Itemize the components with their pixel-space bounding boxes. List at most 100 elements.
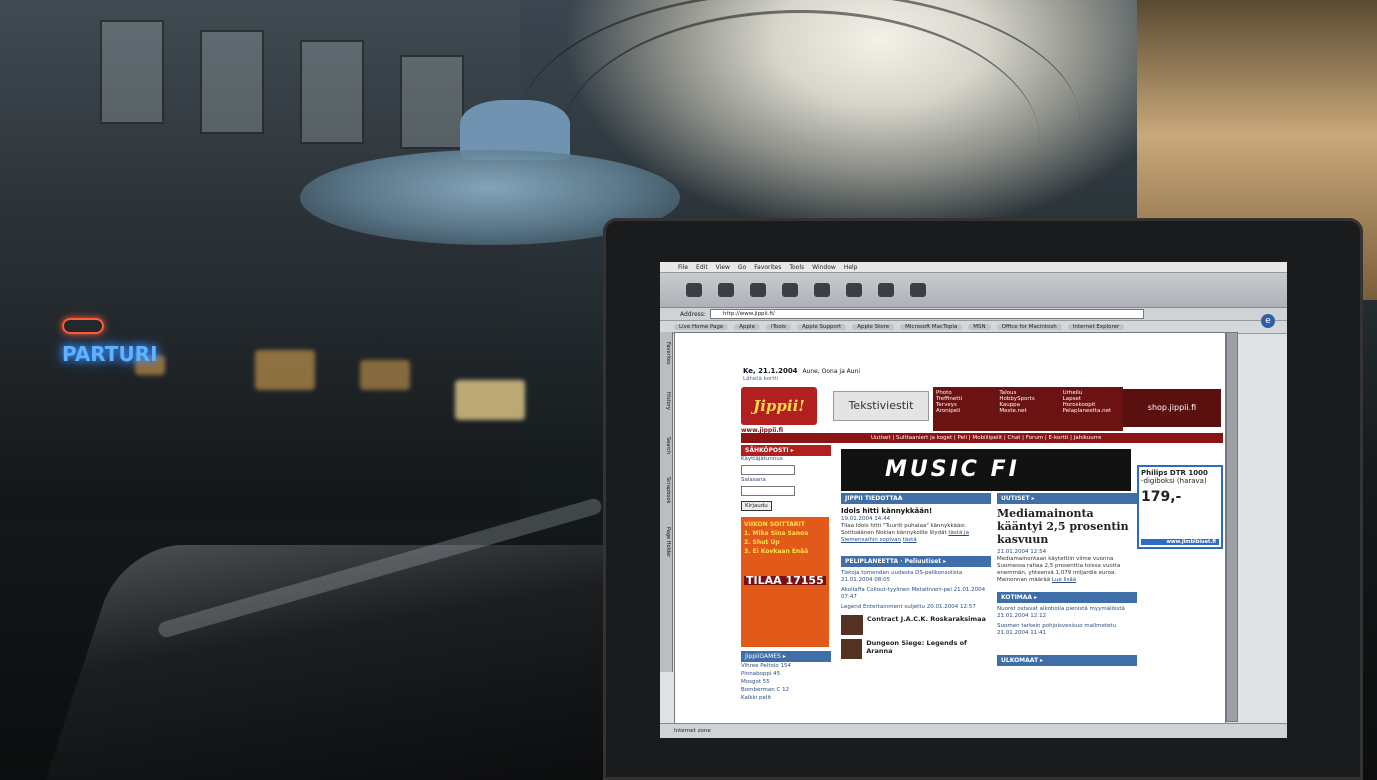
- login-button[interactable]: Kirjaudu: [741, 501, 772, 511]
- philips-price: 179,-: [1141, 489, 1182, 505]
- autofill-icon[interactable]: [846, 283, 862, 297]
- peli-item[interactable]: Legend Entertainment suljettu 20.01.2004…: [841, 604, 991, 611]
- back-icon[interactable]: [686, 283, 702, 297]
- philips-link[interactable]: www.jimbibluet.fi: [1141, 539, 1219, 545]
- ringtone-ad[interactable]: VIIKON SOITTARIT 1. Mika Sina Sanoa 2. S…: [741, 517, 829, 647]
- ad-line: 3. Ei Kovkaan Enää: [744, 548, 809, 555]
- news-date: 21.01.2004 12:54: [997, 549, 1047, 555]
- neon-red-sign: [62, 318, 104, 334]
- philips-ad[interactable]: Philips DTR 1000 -digiboksi (harava) 179…: [1137, 465, 1223, 549]
- favorite-link[interactable]: Apple: [734, 324, 760, 330]
- status-bar: Internet zone: [660, 723, 1287, 738]
- game-title: Contract J.A.C.K. Roskaraksimaa: [867, 615, 986, 623]
- tab-search[interactable]: Search: [661, 437, 671, 454]
- top-menu-item[interactable]: Pelaplaneetta.net: [1063, 408, 1120, 414]
- menu-item[interactable]: Window: [812, 264, 836, 271]
- philips-subtitle: -digiboksi (harava): [1141, 477, 1207, 485]
- favorite-link[interactable]: Live Home Page: [674, 324, 729, 330]
- forward-icon[interactable]: [718, 283, 734, 297]
- games-header[interactable]: JippiiGAMES ▸: [741, 651, 831, 662]
- top-menu: Photo Treffinetti Terveys Aronipeli Talo…: [933, 387, 1123, 431]
- news-header[interactable]: UUTISET ▸: [997, 493, 1137, 504]
- web-page: Ke, 21.1.2004 Aune, Oona ja Auni Lähetä …: [674, 332, 1226, 724]
- window: [100, 20, 164, 124]
- game-thumbnail: [841, 639, 863, 659]
- game-link[interactable]: Vihree Peltolo 154: [741, 662, 831, 670]
- window: [300, 40, 364, 144]
- ie-logo-icon: e: [1261, 314, 1275, 328]
- news-headline[interactable]: Mediamainonta kääntyi 2,5 prosentin kasv…: [997, 507, 1137, 546]
- game-feature[interactable]: Dungeon Siege: Legends of Aranna: [841, 639, 991, 659]
- explorer-side-tabs: Favorites History Search Scrapbook Page …: [660, 332, 673, 672]
- ad-line: 2. Shut Up: [744, 539, 780, 546]
- address-label: Address:: [680, 310, 706, 318]
- favorite-link[interactable]: Microsoft MacTopia: [900, 324, 963, 330]
- password-label: Salasana: [741, 477, 766, 483]
- send-card-link[interactable]: Lähetä kortti: [743, 376, 778, 382]
- ulkomaat-header[interactable]: ULKOMAAT ▸: [997, 655, 1137, 666]
- game-link[interactable]: Mosgot 55: [741, 678, 831, 686]
- news-text: Mediamainontaan käytettiin viime vuonna …: [997, 556, 1121, 583]
- email-login-header: SÄHKÖPOSTI ▸: [741, 445, 831, 456]
- game-link[interactable]: Bomberman C 12: [741, 686, 831, 694]
- mail-icon[interactable]: [910, 283, 926, 297]
- menu-item[interactable]: Go: [738, 264, 746, 271]
- peli-item[interactable]: Akollaffa Collout-tyylinen Metaltivert-p…: [841, 587, 991, 601]
- idols-title[interactable]: Idols hitti kännykkään!: [841, 507, 991, 515]
- game-thumbnail: [841, 615, 863, 635]
- peliplaneetta-header[interactable]: PELIPLANEETTA · Peliuutiset ▸: [841, 556, 991, 567]
- tab-page-holder[interactable]: Page Holder: [661, 527, 671, 557]
- window: [400, 55, 464, 149]
- jippii-logo[interactable]: Jippii!: [741, 387, 817, 425]
- shop-light: [255, 350, 315, 390]
- center-column: JIPPII TIEDOTTAA Idols hitti kännykkään!…: [841, 493, 991, 659]
- menu-item[interactable]: Edit: [696, 264, 708, 271]
- peli-item[interactable]: Tietoja tomenden uudesta DS-pelikonsolis…: [841, 570, 991, 584]
- menu-item[interactable]: Favorites: [754, 264, 781, 271]
- stop-icon[interactable]: [750, 283, 766, 297]
- news-column: UUTISET ▸ Mediamainonta kääntyi 2,5 pros…: [997, 493, 1137, 666]
- idols-date: 19.01.2004 14:44: [841, 516, 891, 522]
- window: [200, 30, 264, 134]
- tab-favorites[interactable]: Favorites: [661, 342, 671, 365]
- favorite-link[interactable]: Apple Store: [852, 324, 895, 330]
- tab-scrapbook[interactable]: Scrapbook: [661, 477, 671, 503]
- kotimaa-item[interactable]: Nuoret ostavat alkoholia pienistä myymäl…: [997, 606, 1137, 620]
- main-nav[interactable]: Uutiset | Sulttaaniert ja koget | Peli |…: [741, 433, 1223, 443]
- menu-item[interactable]: View: [716, 264, 730, 271]
- jippii-news-header: JIPPII TIEDOTTAA: [841, 493, 991, 504]
- kotimaa-item[interactable]: Suomen tarkein pohjoisvesisuo mailmetetu…: [997, 623, 1137, 637]
- game-feature[interactable]: Contract J.A.C.K. Roskaraksimaa: [841, 615, 991, 635]
- game-link[interactable]: Pinnaboppi 45: [741, 670, 831, 678]
- tekstiviestit-banner[interactable]: Tekstiviestit: [833, 391, 929, 421]
- vertical-scrollbar[interactable]: [1226, 332, 1238, 722]
- game-link[interactable]: Kaikki pelit: [741, 694, 831, 702]
- favorite-link[interactable]: MSN: [968, 324, 991, 330]
- favorite-link[interactable]: Office for Macintosh: [996, 324, 1062, 330]
- top-menu-item[interactable]: Meste.net: [999, 408, 1056, 414]
- favorite-link[interactable]: iTools: [765, 324, 792, 330]
- home-icon[interactable]: [814, 283, 830, 297]
- ad-line: 1. Mika Sina Sanoa: [744, 530, 809, 537]
- password-input[interactable]: [741, 486, 795, 496]
- neon-sign: PARTURI: [62, 344, 158, 364]
- ad-line: VIIKON SOITTARIT: [744, 521, 805, 528]
- favorite-link[interactable]: Apple Support: [797, 324, 847, 330]
- menu-item[interactable]: File: [678, 264, 688, 271]
- music-banner[interactable]: MUSIC FI: [841, 449, 1131, 491]
- menu-item[interactable]: Tools: [789, 264, 804, 271]
- username-input[interactable]: [741, 465, 795, 475]
- tab-history[interactable]: History: [661, 392, 671, 410]
- toolbar: [660, 273, 1287, 308]
- print-icon[interactable]: [878, 283, 894, 297]
- menu-item[interactable]: Help: [844, 264, 858, 271]
- favorite-link[interactable]: Internet Explorer: [1067, 324, 1125, 330]
- idols-text: Tilaa Idols hitti "Tuuriit puhalaa" känn…: [841, 523, 969, 543]
- shop-link[interactable]: shop.jippii.fi: [1123, 389, 1221, 427]
- address-input[interactable]: http://www.jippii.fi/: [709, 309, 1144, 319]
- browser-screen: File Edit View Go Favorites Tools Window…: [660, 262, 1287, 738]
- top-menu-item[interactable]: Aronipeli: [936, 408, 993, 414]
- philips-title: Philips DTR 1000: [1141, 469, 1208, 477]
- kotimaa-header[interactable]: KOTIMAA ▸: [997, 592, 1137, 603]
- refresh-icon[interactable]: [782, 283, 798, 297]
